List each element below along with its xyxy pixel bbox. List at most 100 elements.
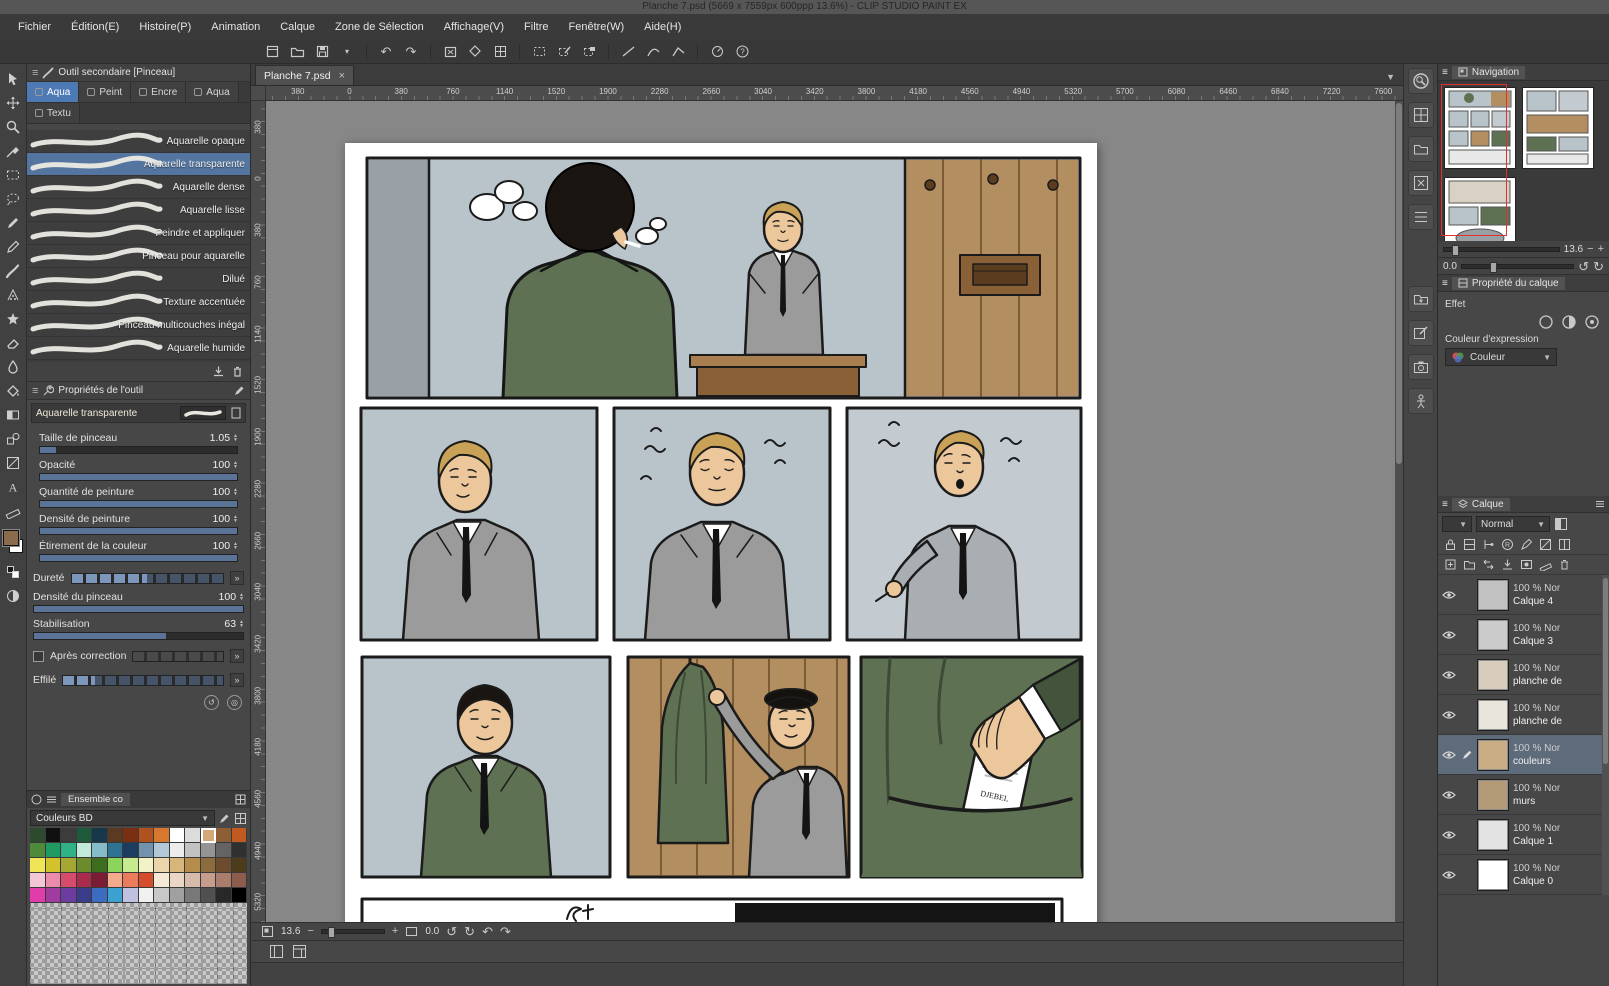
lock-layer-icon[interactable] bbox=[1444, 538, 1457, 551]
layers-tab[interactable]: Calque bbox=[1452, 498, 1510, 511]
value-spinner[interactable]: ▲▼ bbox=[239, 620, 244, 628]
switch-color-icon[interactable] bbox=[2, 560, 25, 583]
camera-panel-icon[interactable] bbox=[1408, 354, 1434, 380]
color-swatch[interactable] bbox=[123, 843, 139, 858]
color-swatch[interactable] bbox=[170, 843, 186, 858]
tool-selection-icon[interactable] bbox=[2, 163, 25, 186]
property-slider[interactable] bbox=[39, 527, 238, 535]
value-spinner[interactable]: ▲▼ bbox=[239, 593, 244, 601]
nav-rotate-slider[interactable] bbox=[1461, 264, 1574, 269]
layer-name[interactable]: planche de bbox=[1513, 675, 1606, 688]
color-swatch[interactable] bbox=[108, 828, 124, 843]
vertical-scrollbar[interactable] bbox=[1395, 101, 1403, 922]
navigation-preview[interactable] bbox=[1438, 81, 1609, 241]
value-spinner[interactable]: ▲▼ bbox=[233, 515, 238, 523]
material-folder-icon[interactable] bbox=[1408, 136, 1434, 162]
delete-icon[interactable] bbox=[440, 42, 460, 62]
register-defaults-icon[interactable]: ◎ bbox=[227, 695, 242, 710]
zoom-out-icon[interactable]: − bbox=[307, 926, 313, 937]
color-swatch[interactable] bbox=[232, 828, 248, 843]
color-swatch[interactable] bbox=[185, 873, 201, 888]
page-thumbnail[interactable] bbox=[1444, 177, 1516, 241]
color-swatch[interactable] bbox=[154, 873, 170, 888]
selection-rect-icon[interactable] bbox=[529, 42, 549, 62]
visibility-eye-icon[interactable] bbox=[1441, 870, 1457, 880]
new-canvas-icon[interactable] bbox=[262, 42, 282, 62]
transfer-layer-icon[interactable] bbox=[1482, 558, 1495, 571]
save-icon[interactable] bbox=[312, 42, 332, 62]
color-swatch[interactable] bbox=[170, 888, 186, 903]
menu-item[interactable]: Aide(H) bbox=[634, 14, 691, 40]
color-swatch[interactable] bbox=[30, 828, 46, 843]
color-swatch[interactable] bbox=[123, 828, 139, 843]
color-swatch[interactable] bbox=[185, 828, 201, 843]
layer-name[interactable]: Calque 3 bbox=[1513, 635, 1606, 648]
reference-layer-icon[interactable]: R bbox=[1501, 538, 1514, 551]
subtool-item[interactable]: Peindre et appliquer bbox=[27, 222, 250, 245]
tool-airbrush-icon[interactable] bbox=[2, 283, 25, 306]
nav-zoom-handle[interactable] bbox=[1452, 245, 1459, 256]
color-swatch[interactable] bbox=[77, 888, 93, 903]
tool-gradient-icon[interactable] bbox=[2, 403, 25, 426]
property-slider[interactable] bbox=[39, 554, 238, 562]
color-swatch[interactable] bbox=[30, 888, 46, 903]
subtool-tab[interactable]: Aqua bbox=[27, 82, 79, 102]
property-slider[interactable] bbox=[33, 605, 244, 613]
blend-mode-select[interactable]: Normal ▼ bbox=[1476, 516, 1550, 532]
tool-ruler-icon[interactable] bbox=[2, 499, 25, 522]
scrollbar-thumb[interactable] bbox=[1396, 103, 1402, 464]
layer-thumbnail[interactable] bbox=[1477, 859, 1509, 891]
hardness-slider[interactable] bbox=[71, 573, 224, 584]
color-swatch[interactable] bbox=[108, 843, 124, 858]
color-wheel-icon[interactable] bbox=[31, 794, 42, 805]
color-swatch[interactable] bbox=[108, 873, 124, 888]
color-swatch[interactable] bbox=[46, 828, 62, 843]
color-swatch[interactable] bbox=[92, 843, 108, 858]
quick-access-icon[interactable] bbox=[1408, 68, 1434, 94]
color-swatch[interactable] bbox=[61, 888, 77, 903]
panel-menu-icon[interactable]: ≡ bbox=[1442, 67, 1448, 78]
edit-color-set-icon[interactable] bbox=[218, 812, 231, 825]
navigator-toggle-icon[interactable] bbox=[261, 925, 274, 938]
palette-dock-icon[interactable] bbox=[269, 944, 284, 959]
color-swatch[interactable] bbox=[154, 888, 170, 903]
panel-options-icon[interactable] bbox=[1595, 499, 1605, 509]
flip-view-icon[interactable]: ↷ bbox=[500, 925, 511, 938]
subtool-item[interactable]: Texture accentuée bbox=[27, 291, 250, 314]
main-color-chip[interactable] bbox=[3, 530, 19, 546]
color-swatch[interactable] bbox=[30, 843, 46, 858]
menu-item[interactable]: Animation bbox=[201, 14, 270, 40]
color-swatch[interactable] bbox=[92, 888, 108, 903]
ruler-layer-icon[interactable] bbox=[1539, 558, 1552, 571]
color-swatch[interactable] bbox=[185, 843, 201, 858]
layer-thumbnail[interactable] bbox=[1477, 619, 1509, 651]
layer-row[interactable]: 100 % Nor murs bbox=[1438, 775, 1609, 815]
tool-eraser-icon[interactable] bbox=[2, 331, 25, 354]
reset-settings-icon[interactable]: ↺ bbox=[204, 695, 219, 710]
expression-color-select[interactable]: Couleur ▼ bbox=[1445, 348, 1557, 366]
color-swatch[interactable] bbox=[92, 858, 108, 873]
new-layer-icon[interactable] bbox=[1444, 558, 1457, 571]
correction-checkbox[interactable] bbox=[33, 651, 44, 662]
layer-thumbnail[interactable] bbox=[1477, 819, 1509, 851]
layer-row[interactable]: 100 % Nor Calque 3 bbox=[1438, 615, 1609, 655]
layer-name[interactable]: couleurs bbox=[1513, 755, 1606, 768]
menu-item[interactable]: Histoire(P) bbox=[129, 14, 201, 40]
layer-thumbnail[interactable] bbox=[1477, 579, 1509, 611]
delete-layer-icon[interactable] bbox=[1558, 558, 1571, 571]
tool-decoration-icon[interactable] bbox=[2, 307, 25, 330]
taper-slider[interactable] bbox=[62, 675, 224, 686]
menu-item[interactable]: Fichier bbox=[8, 14, 61, 40]
layer-thumbnail[interactable] bbox=[1477, 699, 1509, 731]
delete-subtool-icon[interactable] bbox=[231, 365, 244, 378]
color-set-tab[interactable]: Ensemble co bbox=[61, 793, 130, 806]
tool-lasso-icon[interactable] bbox=[2, 187, 25, 210]
color-swatch[interactable] bbox=[77, 828, 93, 843]
color-slider-icon[interactable] bbox=[46, 794, 57, 805]
undo-icon[interactable]: ↶ bbox=[376, 42, 396, 62]
color-swatch[interactable] bbox=[216, 873, 232, 888]
effect-tone-icon[interactable] bbox=[1561, 314, 1577, 330]
color-swatch[interactable] bbox=[46, 873, 62, 888]
color-swatch[interactable] bbox=[170, 828, 186, 843]
color-swatch[interactable] bbox=[216, 858, 232, 873]
